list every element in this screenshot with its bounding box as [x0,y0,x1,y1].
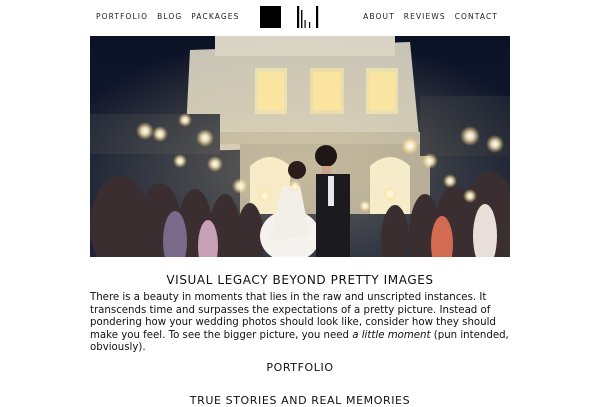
nav-link-portfolio[interactable]: PORTFOLIO [96,12,148,21]
nav-right-group: ABOUT REVIEWS CONTACT [363,12,498,21]
intro-title: VISUAL LEGACY BEYOND PRETTY IMAGES [166,273,434,287]
top-nav: PORTFOLIO BLOG PACKAGES ABOUT REVIEWS CO… [0,0,600,34]
stories-heading: TRUE STORIES AND REAL MEMORIES [189,394,411,407]
nav-link-about[interactable]: ABOUT [363,12,395,21]
intro-paragraph: There is a beauty in moments that lies i… [90,292,514,355]
nav-link-contact[interactable]: CONTACT [455,12,498,21]
nav-link-blog[interactable]: BLOG [157,12,182,21]
logo[interactable] [260,6,320,28]
portfolio-heading: PORTFOLIO [266,361,334,374]
wedding-sparkler-photo-icon [90,36,510,257]
nav-left-group: PORTFOLIO BLOG PACKAGES [96,12,239,21]
nav-link-packages[interactable]: PACKAGES [191,12,239,21]
logo-mark-icon [260,6,319,28]
nav-link-reviews[interactable]: REVIEWS [404,12,446,21]
hero-image [90,36,510,257]
intro-body-emphasis: a little moment [352,329,431,341]
